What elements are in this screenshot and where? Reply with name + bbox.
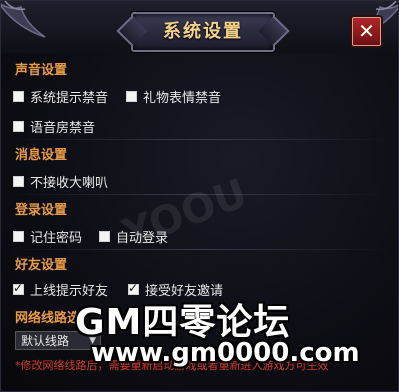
checkbox[interactable] [126, 91, 137, 102]
checkbox[interactable] [13, 91, 24, 102]
option-label: 系统提示禁音 [30, 91, 109, 106]
friend-settings-heading: 好友设置 [15, 258, 68, 273]
network-route-heading: 网络线路选 [15, 311, 81, 326]
title-plate: 系统设置 [131, 12, 275, 52]
selected-route: 默认线路 [21, 334, 70, 348]
message-settings-heading: 消息设置 [15, 148, 68, 163]
option-system-prompt-mute[interactable]: 系统提示禁音 [13, 87, 108, 106]
checkbox[interactable] [13, 231, 24, 242]
dragon-ornament-left-icon [1, 1, 46, 38]
checkbox[interactable] [13, 121, 24, 132]
divider [11, 249, 390, 250]
option-voice-room-mute[interactable]: 语音房禁音 [13, 117, 95, 136]
login-settings-heading: 登录设置 [15, 203, 68, 218]
settings-window: 系统设置 ✕ 声音设置 系统提示禁音 礼物表情禁音 语音房禁音 消息设置 不接收… [0, 0, 399, 392]
option-label: 礼物表情禁音 [143, 91, 222, 106]
option-remember-password[interactable]: 记住密码 [13, 227, 82, 246]
divider [11, 139, 390, 140]
option-gift-emote-mute[interactable]: 礼物表情禁音 [126, 87, 221, 106]
title-bar: 系统设置 ✕ [1, 1, 398, 53]
option-label: 不接收大喇叭 [30, 176, 109, 191]
checkbox-checked[interactable] [13, 281, 24, 295]
option-label: 记住密码 [30, 231, 83, 246]
option-no-loudspeaker[interactable]: 不接收大喇叭 [13, 172, 108, 191]
close-button[interactable]: ✕ [352, 17, 381, 46]
option-label: 语音房禁音 [30, 121, 96, 136]
sound-settings-heading: 声音设置 [15, 63, 68, 78]
checkbox[interactable] [13, 176, 24, 187]
checkbox[interactable] [99, 231, 110, 242]
watermark-faint: YOOU [116, 170, 254, 258]
window-title: 系统设置 [163, 21, 243, 42]
close-icon: ✕ [358, 19, 375, 43]
watermark-url: www.gm0000.com [91, 338, 360, 368]
